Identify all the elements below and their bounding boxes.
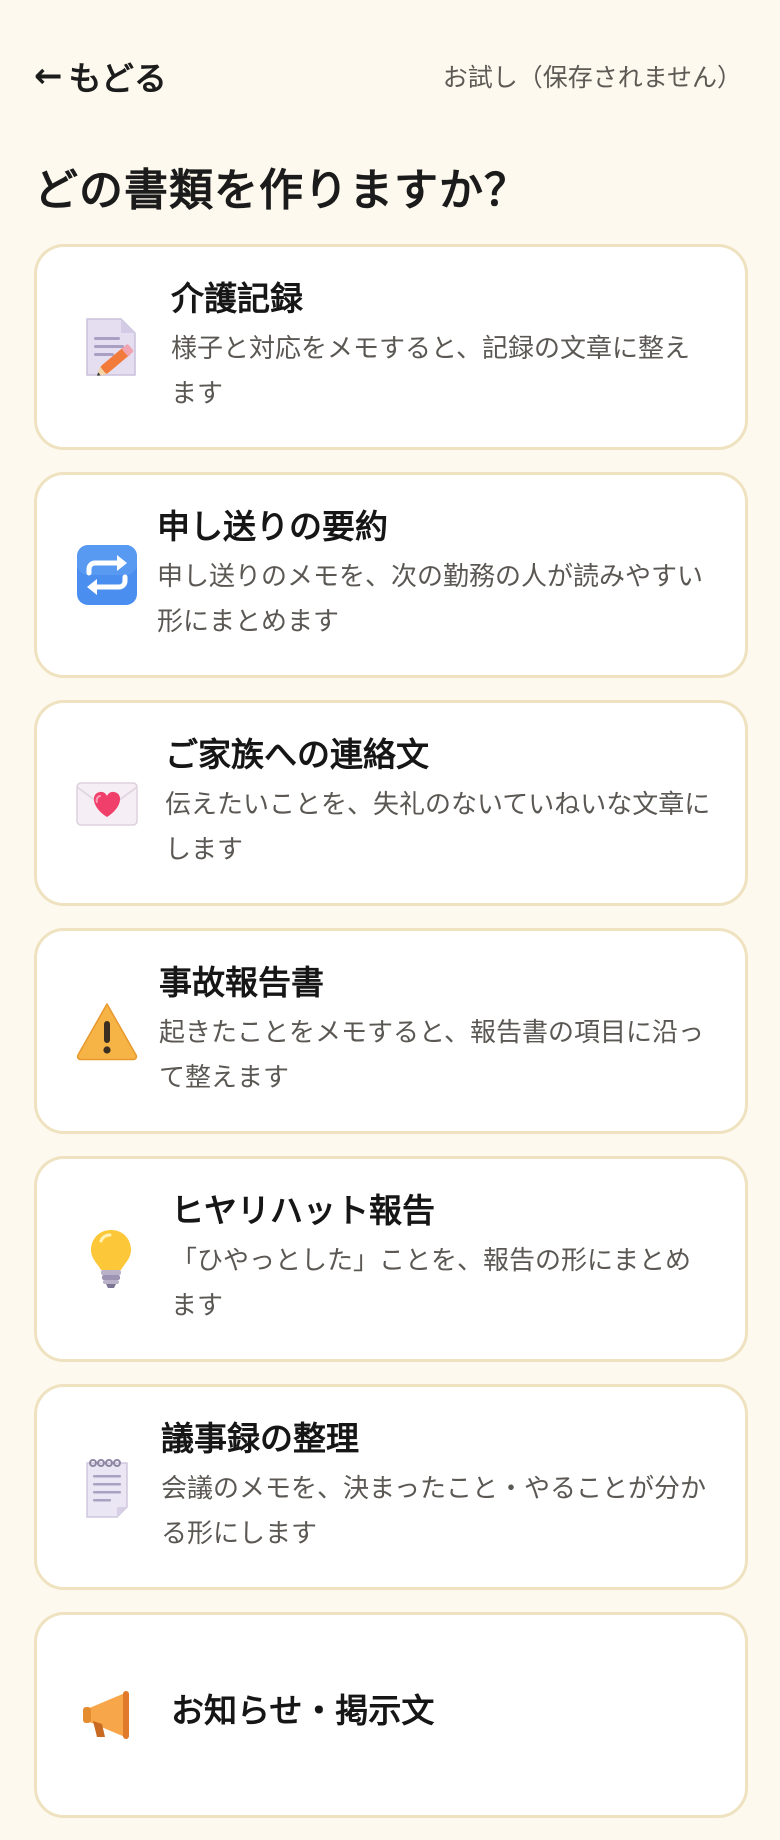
document-type-list: 介護記録 様子と対応をメモすると、記録の文章に整えます 申し送りの要約 申し送り… <box>34 244 748 1840</box>
document-card-meeting-minutes[interactable]: 議事録の整理 会議のメモを、決まったこと・やることが分かる形にします <box>34 1384 748 1590</box>
card-text: 申し送りの要約 申し送りのメモを、次の勤務の人が読みやすい形にまとめます <box>157 506 715 644</box>
card-title: 議事録の整理 <box>161 1419 359 1459</box>
card-description: 会議のメモを、決まったこと・やることが分かる形にします <box>161 1474 706 1549</box>
back-label: もどる <box>68 59 167 98</box>
document-card-notice[interactable]: お知らせ・掲示文 <box>34 1612 748 1818</box>
document-card-near-miss-report[interactable]: ヒヤリハット報告 「ひやっとした」ことを、報告の形にまとめます <box>34 1156 748 1362</box>
card-title: 申し送りの要約 <box>157 507 388 547</box>
card-title: 事故報告書 <box>159 963 324 1003</box>
card-title: ヒヤリハット報告 <box>171 1191 435 1231</box>
megaphone-icon <box>79 1683 143 1747</box>
card-text: ヒヤリハット報告 「ひやっとした」ことを、報告の形にまとめます <box>171 1190 715 1328</box>
document-card-family-letter[interactable]: ご家族への連絡文 伝えたいことを、失礼のないていねいな文章にします <box>34 700 748 906</box>
light-bulb-icon <box>79 1227 143 1291</box>
card-text: 事故報告書 起きたことをメモすると、報告書の項目に沿って整えます <box>159 962 715 1100</box>
card-text: ご家族への連絡文 伝えたいことを、失礼のないていねいな文章にします <box>165 734 715 872</box>
back-button[interactable]: ← もどる <box>34 52 167 100</box>
card-text: 議事録の整理 会議のメモを、決まったこと・やることが分かる形にします <box>161 1418 715 1556</box>
card-description: 「ひやっとした」ことを、報告の形にまとめます <box>171 1246 692 1321</box>
memo-pencil-icon <box>79 315 143 379</box>
card-title: お知らせ・掲示文 <box>171 1691 435 1731</box>
warning-icon <box>75 999 139 1063</box>
document-card-handover-summary[interactable]: 申し送りの要約 申し送りのメモを、次の勤務の人が読みやすい形にまとめます <box>34 472 748 678</box>
card-text: 介護記録 様子と対応をメモすると、記録の文章に整えます <box>171 278 715 416</box>
page-title: どの書類を作りますか？ <box>34 165 529 216</box>
card-title: 介護記録 <box>171 279 303 319</box>
card-title: ご家族への連絡文 <box>165 735 429 775</box>
card-description: 起きたことをメモすると、報告書の項目に沿って整えます <box>159 1018 704 1093</box>
back-arrow-icon: ← <box>34 56 63 96</box>
document-card-care-record[interactable]: 介護記録 様子と対応をメモすると、記録の文章に整えます <box>34 244 748 450</box>
repeat-arrows-icon <box>75 543 139 607</box>
card-description: 様子と対応をメモすると、記録の文章に整えます <box>171 334 690 409</box>
spiral-notepad-icon <box>75 1455 139 1519</box>
top-bar: ← もどる お試し（保存されません） <box>34 48 746 104</box>
card-description: 申し送りのメモを、次の勤務の人が読みやすい形にまとめます <box>157 562 704 637</box>
trial-mode-label: お試し（保存されません） <box>442 63 742 92</box>
card-text: お知らせ・掲示文 <box>171 1690 715 1739</box>
document-card-accident-report[interactable]: 事故報告書 起きたことをメモすると、報告書の項目に沿って整えます <box>34 928 748 1134</box>
love-letter-icon <box>75 771 139 835</box>
card-description: 伝えたいことを、失礼のないていねいな文章にします <box>165 790 711 865</box>
